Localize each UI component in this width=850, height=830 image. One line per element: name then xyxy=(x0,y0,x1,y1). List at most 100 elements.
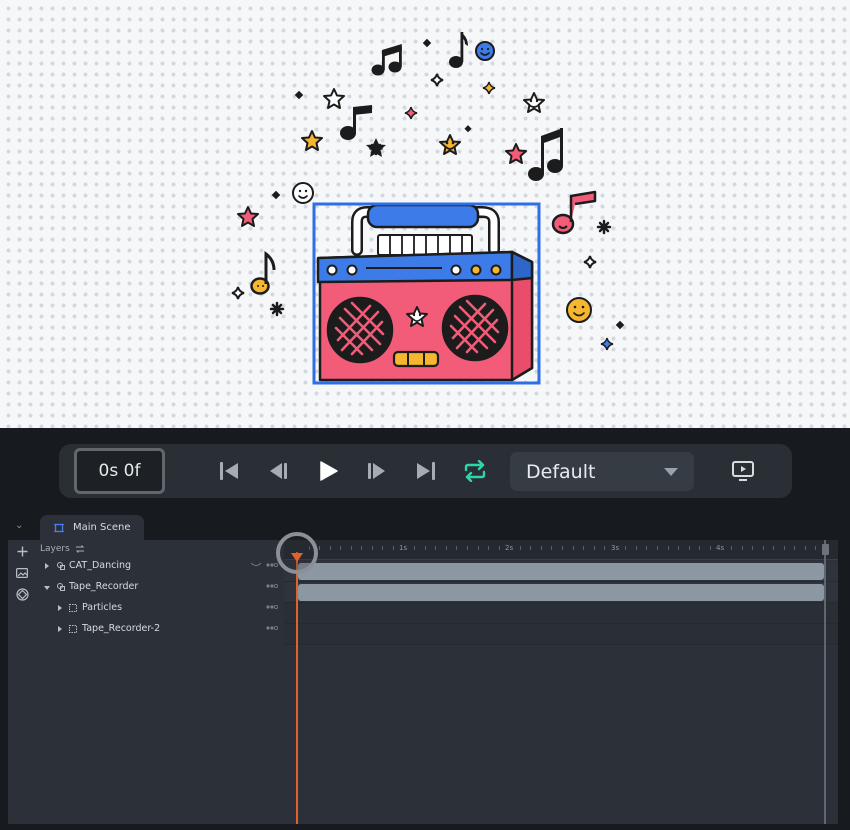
ruler-tick xyxy=(350,546,352,550)
ruler-tick xyxy=(424,546,426,550)
frame-icon xyxy=(69,625,77,633)
ruler-tick xyxy=(572,546,574,550)
preview-monitor-icon[interactable] xyxy=(730,458,756,484)
ruler-tick-label: 3s xyxy=(611,544,620,552)
time-ruler[interactable]: 1s 2s 3s 4s xyxy=(284,540,838,560)
group-icon xyxy=(57,583,65,591)
step-back-icon[interactable] xyxy=(265,458,291,484)
clip-bar[interactable] xyxy=(298,584,824,601)
ruler-tick xyxy=(382,546,384,550)
skip-end-icon[interactable] xyxy=(413,458,439,484)
ruler-tick xyxy=(435,546,437,550)
ruler-tick xyxy=(699,546,701,550)
ruler-tick xyxy=(329,546,331,550)
ruler-tick xyxy=(361,546,363,550)
ruler-tick xyxy=(551,546,553,550)
ruler-tick-label: 4s xyxy=(716,544,725,552)
swap-icon[interactable] xyxy=(75,545,85,553)
editor-panel: 0s 0f Default ⌄ Main Scene Layers CAT_Da… xyxy=(0,428,850,830)
preset-dropdown[interactable]: Default xyxy=(510,452,694,491)
ruler-tick-label: 1s xyxy=(399,544,408,552)
ruler-tick xyxy=(804,546,806,550)
track-tape-recorder-2 xyxy=(284,624,838,645)
ruler-tick xyxy=(646,546,648,550)
scene-canvas[interactable] xyxy=(0,0,850,428)
layer-row-cat-dancing[interactable]: CAT_Dancing xyxy=(36,557,284,578)
ruler-tick xyxy=(678,546,680,550)
layer-name: CAT_Dancing xyxy=(69,560,132,571)
ruler-tick xyxy=(371,546,373,550)
layer-name: Tape_Recorder xyxy=(69,581,139,592)
clip-bar[interactable] xyxy=(298,563,824,580)
track-particles xyxy=(284,603,838,624)
ruler-tick xyxy=(709,546,711,550)
ruler-tick xyxy=(477,546,479,550)
tab-label: Main Scene xyxy=(73,522,131,533)
chevron-down-icon xyxy=(664,468,678,476)
ruler-tick xyxy=(393,546,395,550)
timeline-empty-area xyxy=(284,646,838,824)
ruler-tick xyxy=(456,546,458,550)
ruler-tick xyxy=(604,546,606,550)
loop-icon[interactable] xyxy=(462,458,488,484)
chevron-down-icon[interactable]: ⌄ xyxy=(15,520,23,531)
ruler-tick-label: 2s xyxy=(505,544,514,552)
ruler-tick xyxy=(466,546,468,550)
tool-column xyxy=(8,540,36,824)
ruler-tick xyxy=(657,546,659,550)
group-icon xyxy=(57,562,65,570)
ruler-tick xyxy=(583,546,585,550)
ruler-tick xyxy=(730,546,732,550)
ruler-tick xyxy=(414,546,416,550)
ruler-tick xyxy=(340,546,342,550)
add-icon[interactable] xyxy=(15,544,29,558)
ruler-tick xyxy=(635,546,637,550)
layer-row-tape-recorder-2[interactable]: Tape_Recorder-2 xyxy=(36,620,284,641)
timeline-end-line xyxy=(824,540,826,824)
eye-icon[interactable] xyxy=(266,582,278,590)
component-icon[interactable] xyxy=(15,587,29,601)
ruler-tick xyxy=(752,546,754,550)
eye-icon[interactable] xyxy=(266,603,278,611)
track-tape-recorder xyxy=(284,582,838,603)
ruler-tick xyxy=(562,546,563,550)
ruler-tick xyxy=(319,546,321,550)
playback-controls: 0s 0f Default xyxy=(59,444,792,498)
ruler-tick xyxy=(498,546,500,550)
layers-title: Layers xyxy=(40,544,70,554)
image-icon[interactable] xyxy=(15,566,29,580)
track-cat-dancing xyxy=(284,561,838,582)
layer-name: Particles xyxy=(82,602,123,613)
timeline-panel[interactable]: 1s 2s 3s 4s xyxy=(276,532,838,824)
frame-icon xyxy=(69,604,77,612)
expand-caret-icon[interactable] xyxy=(45,563,49,569)
tab-main-scene[interactable]: Main Scene xyxy=(40,515,144,540)
ruler-tick xyxy=(773,546,775,550)
ruler-tick xyxy=(667,546,669,550)
step-forward-icon[interactable] xyxy=(364,458,390,484)
eye-icon[interactable] xyxy=(266,624,278,632)
expand-caret-icon[interactable] xyxy=(58,626,62,632)
playhead-line[interactable] xyxy=(296,552,298,824)
timecode-field[interactable]: 0s 0f xyxy=(74,448,165,494)
preset-label: Default xyxy=(526,460,596,483)
ruler-tick xyxy=(519,546,521,550)
ruler-tick xyxy=(530,546,532,550)
layer-name: Tape_Recorder-2 xyxy=(82,623,161,634)
skip-start-icon[interactable] xyxy=(216,458,242,484)
eye-closed-icon[interactable] xyxy=(250,561,262,569)
playhead-marker-icon xyxy=(291,553,303,562)
ruler-tick xyxy=(815,546,817,550)
layer-row-particles[interactable]: Particles xyxy=(36,599,284,620)
end-marker-handle[interactable] xyxy=(822,544,829,555)
play-icon[interactable] xyxy=(315,458,341,484)
collapse-caret-icon[interactable] xyxy=(44,586,50,590)
eye-icon[interactable] xyxy=(266,561,278,569)
expand-caret-icon[interactable] xyxy=(58,605,62,611)
layer-row-tape-recorder[interactable]: Tape_Recorder xyxy=(36,578,284,599)
scene-icon xyxy=(54,523,64,532)
layers-header: Layers xyxy=(40,544,85,554)
scene-artwork xyxy=(231,32,625,385)
ruler-tick xyxy=(488,546,490,550)
layers-panel: Layers CAT_Dancing Tape_Recorder Particl… xyxy=(36,540,284,824)
